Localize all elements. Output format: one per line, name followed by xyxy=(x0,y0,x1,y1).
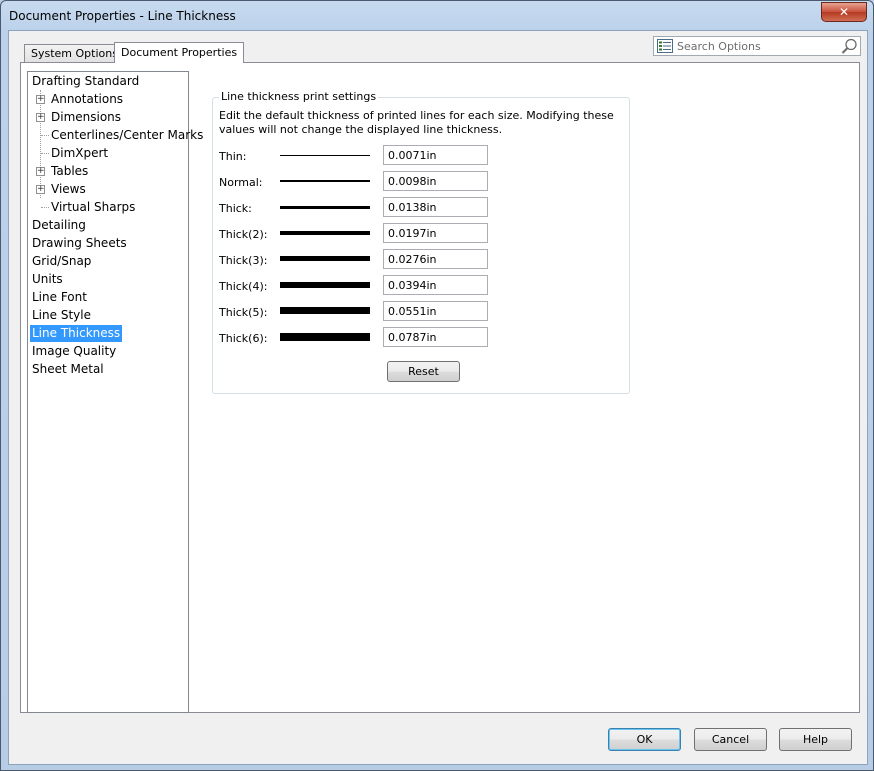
tree-item-label: Drafting Standard xyxy=(32,74,140,88)
tab-label: System Options xyxy=(31,47,118,60)
thick-line-sample xyxy=(280,206,370,209)
thick2-line-sample xyxy=(280,231,370,235)
list-icon xyxy=(657,39,673,53)
tree-item-image-quality[interactable]: Image Quality xyxy=(32,343,116,360)
tree-item-tables[interactable]: Tables xyxy=(51,163,88,180)
expand-annotations-icon[interactable]: + xyxy=(36,95,45,104)
thick2-label: Thick(2): xyxy=(219,228,268,241)
group-description: Edit the default thickness of printed li… xyxy=(219,109,614,136)
search-placeholder: Search Options xyxy=(677,40,761,53)
tree-connector xyxy=(41,135,49,136)
title-bar[interactable]: Document Properties - Line Thickness ✕ xyxy=(1,1,873,31)
tree-item-label: Tables xyxy=(51,164,89,178)
tree-item-dimensions[interactable]: Dimensions xyxy=(51,109,121,126)
tree-item-label: Dimensions xyxy=(51,110,122,124)
tab-label: Document Properties xyxy=(121,46,238,59)
tree-item-drafting-standard[interactable]: Drafting Standard xyxy=(32,73,139,90)
tree-item-line-font[interactable]: Line Font xyxy=(32,289,87,306)
thick6-line-sample xyxy=(280,333,370,341)
thick5-thickness-input[interactable]: 0.0551in xyxy=(383,301,488,321)
tree-connector xyxy=(41,153,49,154)
magnifier-icon[interactable] xyxy=(841,38,858,54)
thick2-thickness-input[interactable]: 0.0197in xyxy=(383,223,488,243)
tree-item-sheet-metal[interactable]: Sheet Metal xyxy=(32,361,104,378)
expand-dimensions-icon[interactable]: + xyxy=(36,113,45,122)
thin-line-sample xyxy=(280,155,370,156)
help-button[interactable]: Help xyxy=(779,728,852,751)
thick6-label: Thick(6): xyxy=(219,332,268,345)
tree-item-line-thickness[interactable]: Line Thickness xyxy=(30,325,123,342)
thick3-thickness-input[interactable]: 0.0276in xyxy=(383,249,488,269)
tree-item-drawing-sheets[interactable]: Drawing Sheets xyxy=(32,235,127,252)
tree-item-label: Centerlines/Center Marks xyxy=(51,128,204,142)
thick4-thickness-input[interactable]: 0.0394in xyxy=(383,275,488,295)
dialog-window: Document Properties - Line Thickness ✕ S… xyxy=(0,0,874,771)
thin-label: Thin: xyxy=(219,150,247,163)
normal-label: Normal: xyxy=(219,176,263,189)
line-thickness-group: Line thickness print settings Edit the d… xyxy=(212,90,630,394)
thick4-label: Thick(4): xyxy=(219,280,268,293)
normal-thickness-input[interactable]: 0.0098in xyxy=(383,171,488,191)
tree-item-annotations[interactable]: Annotations xyxy=(51,91,123,108)
tree-item-label: Drawing Sheets xyxy=(32,236,127,250)
reset-button[interactable]: Reset xyxy=(387,361,460,382)
thick-thickness-input[interactable]: 0.0138in xyxy=(383,197,488,217)
tree-item-label: Virtual Sharps xyxy=(51,200,136,214)
tree-item-label: Sheet Metal xyxy=(32,362,104,376)
thick3-label: Thick(3): xyxy=(219,254,268,267)
tree-item-virtual-sharps[interactable]: Virtual Sharps xyxy=(51,199,135,216)
tree-item-label: Annotations xyxy=(51,92,124,106)
tree-item-label: DimXpert xyxy=(51,146,109,160)
cancel-button[interactable]: Cancel xyxy=(694,728,767,751)
tab-document-properties[interactable]: Document Properties xyxy=(114,42,245,63)
normal-line-sample xyxy=(280,180,370,182)
thick4-line-sample xyxy=(280,282,370,288)
tree-item-label: Line Font xyxy=(32,290,87,304)
ok-button[interactable]: OK xyxy=(608,728,681,751)
tree-item-label: Detailing xyxy=(32,218,86,232)
expand-views-icon[interactable]: + xyxy=(36,185,45,194)
thick6-thickness-input[interactable]: 0.0787in xyxy=(383,327,488,347)
tree-item-centerlines[interactable]: Centerlines/Center Marks xyxy=(51,127,203,144)
tree-connector xyxy=(41,207,49,208)
tab-panel: Drafting Standard + Annotations + Dimens… xyxy=(20,62,860,713)
tree-item-dimxpert[interactable]: DimXpert xyxy=(51,145,108,162)
window-title: Document Properties - Line Thickness xyxy=(9,9,236,23)
tree-item-label: Views xyxy=(51,182,86,196)
thick5-label: Thick(5): xyxy=(219,306,268,319)
expand-tables-icon[interactable]: + xyxy=(36,167,45,176)
tree-item-views[interactable]: Views xyxy=(51,181,86,198)
tree-item-line-style[interactable]: Line Style xyxy=(32,307,91,324)
group-legend: Line thickness print settings xyxy=(219,90,379,103)
tab-system-options[interactable]: System Options xyxy=(24,44,125,62)
close-button[interactable]: ✕ xyxy=(821,2,867,22)
tree-item-label: Line Thickness xyxy=(32,326,121,340)
options-tree[interactable]: Drafting Standard + Annotations + Dimens… xyxy=(27,71,203,713)
tree-item-label: Image Quality xyxy=(32,344,117,358)
thin-thickness-input[interactable]: 0.0071in xyxy=(383,145,488,165)
thick5-line-sample xyxy=(280,307,370,314)
thick-label: Thick: xyxy=(219,202,252,215)
tree-item-label: Line Style xyxy=(32,308,91,322)
tree-item-grid-snap[interactable]: Grid/Snap xyxy=(32,253,91,270)
search-options-input[interactable]: Search Options xyxy=(653,36,861,56)
tree-connector xyxy=(40,90,41,198)
thick3-line-sample xyxy=(280,256,370,261)
tree-item-label: Grid/Snap xyxy=(32,254,92,268)
tree-item-units[interactable]: Units xyxy=(32,271,63,288)
tree-item-detailing[interactable]: Detailing xyxy=(32,217,86,234)
dialog-client-area: System Options Document Properties Searc… xyxy=(8,30,868,765)
tree-item-label: Units xyxy=(32,272,63,286)
